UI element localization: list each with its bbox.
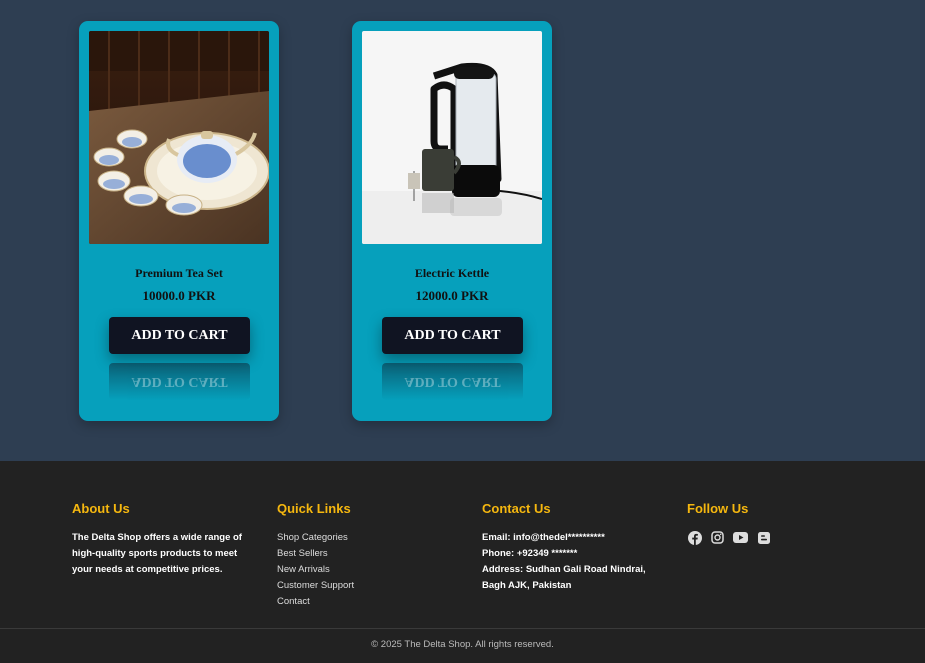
footer-contact: Contact Us Email: info@thedel********** …	[482, 501, 672, 594]
product-price: 12000.0 PKR	[415, 288, 489, 303]
add-to-cart-button[interactable]: ADD TO CART	[382, 317, 523, 354]
product-card[interactable]: Electric Kettle 12000.0 PKR ADD TO CART …	[352, 21, 552, 421]
add-to-cart-button-reflection: ADD TO CART	[382, 363, 523, 400]
youtube-icon[interactable]	[733, 530, 748, 545]
footer-link-shop-categories[interactable]: Shop Categories	[277, 530, 467, 546]
about-text: The Delta Shop offers a wide range of hi…	[72, 532, 242, 575]
footer-divider	[0, 628, 925, 629]
footer-quick-links: Quick Links Shop Categories Best Sellers…	[277, 501, 467, 610]
footer-link-best-sellers[interactable]: Best Sellers	[277, 546, 467, 562]
instagram-icon[interactable]	[710, 530, 725, 545]
footer-about: About Us The Delta Shop offers a wide ra…	[72, 501, 262, 578]
contact-address: Address: Sudhan Gali Road Nindrai, Bagh …	[482, 564, 646, 591]
footer-heading-about: About Us	[72, 501, 130, 516]
product-image-electric-kettle[interactable]	[362, 31, 542, 244]
site-footer: About Us The Delta Shop offers a wide ra…	[0, 461, 925, 663]
product-title: Electric Kettle	[414, 266, 490, 280]
footer-heading-follow: Follow Us	[687, 501, 749, 516]
footer-link-customer-support[interactable]: Customer Support	[277, 578, 467, 594]
product-card[interactable]: Premium Tea Set 10000.0 PKR ADD TO CART …	[79, 21, 279, 421]
copyright-text: © 2025 The Delta Shop. All rights reserv…	[371, 639, 554, 650]
product-image-tea-set[interactable]	[89, 31, 269, 244]
add-to-cart-button[interactable]: ADD TO CART	[109, 317, 250, 354]
contact-phone: Phone: +92349 *******	[482, 548, 578, 559]
product-title: Premium Tea Set	[135, 266, 223, 280]
add-to-cart-button-reflection: ADD TO CART	[109, 363, 250, 400]
blogger-icon[interactable]	[756, 530, 771, 545]
contact-email: Email: info@thedel**********	[482, 532, 605, 543]
footer-heading-contact: Contact Us	[482, 501, 551, 516]
product-price: 10000.0 PKR	[142, 288, 216, 303]
footer-link-new-arrivals[interactable]: New Arrivals	[277, 562, 467, 578]
footer-link-contact[interactable]: Contact	[277, 594, 467, 610]
product-grid: Premium Tea Set 10000.0 PKR ADD TO CART …	[0, 0, 925, 461]
footer-heading-quick-links: Quick Links	[277, 501, 351, 516]
footer-follow: Follow Us	[687, 501, 877, 545]
facebook-icon[interactable]	[687, 530, 702, 545]
social-links	[687, 530, 877, 545]
